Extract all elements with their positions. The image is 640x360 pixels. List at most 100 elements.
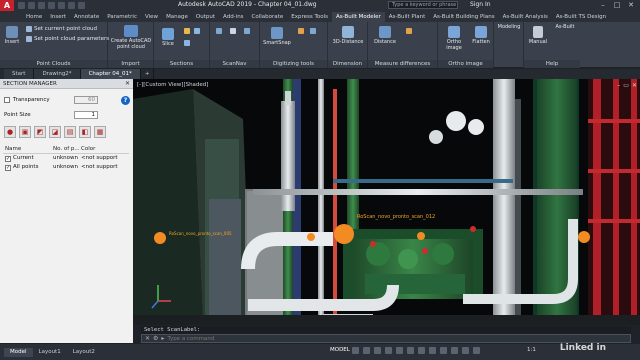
close-icon[interactable]: ✕ [125, 80, 130, 87]
ribbon-tab[interactable]: Collaborate [248, 12, 288, 22]
new-section-icon[interactable]: ▣ [19, 126, 31, 138]
ribbon-tab[interactable]: View [141, 12, 162, 22]
plane-section-icon[interactable]: ▤ [64, 126, 76, 138]
ribbon-tab[interactable]: Output [192, 12, 219, 22]
new-icon[interactable] [18, 2, 25, 9]
transparency-option[interactable]: Transparency [4, 97, 50, 103]
scan-marker[interactable] [578, 231, 590, 243]
document-tab[interactable]: Start [4, 69, 35, 79]
clip-section-icon[interactable]: ◪ [49, 126, 61, 138]
ribbon-tab[interactable]: As-Built Modeler [332, 12, 385, 22]
box-section-icon[interactable]: ◩ [34, 126, 46, 138]
section-tool-1[interactable] [184, 28, 190, 34]
table-row[interactable]: ✓ Current unknown <not support [3, 154, 129, 163]
row-checkbox[interactable]: ✓ [5, 155, 11, 162]
panel-title[interactable]: ScanNav [210, 60, 259, 68]
ribbon-tab[interactable]: Insert [46, 12, 70, 22]
layout-tab[interactable]: Layout1 [33, 348, 67, 357]
otrack-icon[interactable] [407, 347, 414, 354]
ortho-image-button[interactable]: Ortho image [440, 26, 468, 51]
flatten-button[interactable]: Flatten [470, 26, 492, 45]
scannav-tool-2[interactable] [230, 28, 236, 34]
transparency-checkbox[interactable] [4, 97, 10, 103]
point-size-field[interactable]: 1 [74, 111, 98, 119]
minimize-icon[interactable]: – [617, 82, 620, 89]
scannav-tool-3[interactable] [244, 28, 250, 34]
annotation-icon[interactable] [462, 347, 469, 354]
section-tool-3[interactable] [184, 40, 190, 46]
digitize-tool-1[interactable] [298, 28, 304, 34]
help-icon[interactable]: ? [121, 96, 130, 105]
ribbon-tab[interactable]: Parametric [103, 12, 141, 22]
column-count[interactable]: No. of p... [53, 145, 81, 153]
lineweight-icon[interactable] [418, 347, 425, 354]
scan-marker[interactable] [307, 233, 315, 241]
set-params-button[interactable]: Set point cloud parameters [26, 36, 109, 42]
workspace-icon[interactable] [473, 347, 480, 354]
undo-icon[interactable] [68, 2, 75, 9]
measure-tool[interactable] [406, 28, 412, 34]
ortho-toggle-icon[interactable] [374, 347, 381, 354]
document-tab[interactable]: Drawing2* [34, 69, 81, 79]
dynamic-ucs-icon[interactable] [451, 347, 458, 354]
column-color[interactable]: Color [81, 145, 127, 153]
layout-tab[interactable]: Layout2 [67, 348, 101, 357]
osnap-icon[interactable] [396, 347, 403, 354]
ribbon-tab[interactable]: Manage [162, 12, 192, 22]
minimize-icon[interactable]: – [596, 0, 610, 11]
slice-section-icon[interactable]: ◧ [79, 126, 91, 138]
model-space-button[interactable]: MODEL [330, 347, 350, 353]
restore-icon[interactable]: ▭ [623, 82, 629, 89]
scan-marker-selected[interactable] [334, 224, 354, 244]
search-input[interactable]: Type a keyword or phrase [388, 1, 458, 9]
column-name[interactable]: Name [3, 145, 53, 153]
panel-title[interactable]: Sections [154, 60, 209, 68]
distance-button[interactable]: Distance [372, 26, 398, 45]
ribbon-tab[interactable]: As-Built Building Plans [429, 12, 498, 22]
new-tab-icon[interactable]: + [141, 69, 155, 79]
ribbon-tab[interactable]: As-Built TS Design [552, 12, 610, 22]
slice-button[interactable]: Slice [158, 28, 178, 47]
section-tool-2[interactable] [194, 28, 200, 34]
wrench-icon[interactable]: ⚙ [153, 335, 158, 342]
set-current-button[interactable]: Set current point cloud [26, 26, 97, 32]
manual-button[interactable]: Manual [526, 26, 550, 45]
save-icon[interactable] [38, 2, 45, 9]
close-icon[interactable]: ✕ [624, 0, 638, 11]
open-icon[interactable] [28, 2, 35, 9]
transparency-field[interactable]: 60 [74, 96, 98, 104]
close-icon[interactable]: ✕ [632, 82, 637, 89]
distance3d-button[interactable]: 3D-Distance [330, 26, 366, 45]
palette-title[interactable]: SECTION MANAGER [0, 79, 133, 89]
ribbon-tab[interactable]: As-Built Analysis [499, 12, 552, 22]
section-color-icon[interactable]: ● [4, 126, 16, 138]
command-line[interactable]: ✕ ⚙ ▸ [141, 334, 631, 343]
scan-marker[interactable] [154, 232, 166, 244]
ribbon-tab[interactable]: Annotate [70, 12, 103, 22]
grid-icon[interactable] [352, 347, 359, 354]
signin-link[interactable]: Sign In [470, 1, 491, 8]
command-input[interactable] [167, 335, 468, 342]
polar-icon[interactable] [385, 347, 392, 354]
document-tab[interactable]: Chapter 04_01* [80, 69, 141, 79]
annotation-scale[interactable]: 1:1 [527, 347, 536, 353]
scannav-tool-1[interactable] [216, 28, 222, 34]
ribbon-tab[interactable]: Express Tools [287, 12, 332, 22]
layout-tab[interactable]: Model [4, 347, 33, 357]
app-logo[interactable]: A [0, 0, 14, 11]
transparency-icon[interactable] [429, 347, 436, 354]
asbuilt-button[interactable]: As-Built [552, 24, 578, 30]
maximize-icon[interactable]: □ [610, 0, 624, 11]
scan-marker[interactable] [417, 232, 425, 240]
drawing-viewport[interactable]: [-][Custom View][Shaded] – ▭ ✕ RoScan_no… [133, 79, 640, 325]
insert-button[interactable]: Insert [3, 26, 21, 45]
ribbon-tab[interactable]: Home [22, 12, 46, 22]
smartsnap-button[interactable]: SmartSnap [262, 27, 292, 46]
create-cloud-button[interactable]: Create AutoCAD point cloud [110, 25, 152, 50]
close-icon[interactable]: ✕ [145, 335, 150, 342]
table-row[interactable]: ✓ All points unknown <not support [3, 163, 129, 172]
ribbon-tab[interactable]: As-Built Plant [385, 12, 430, 22]
delete-section-icon[interactable]: ▦ [94, 126, 106, 138]
panel-title[interactable]: Point Clouds [0, 60, 107, 68]
selection-cycling-icon[interactable] [440, 347, 447, 354]
